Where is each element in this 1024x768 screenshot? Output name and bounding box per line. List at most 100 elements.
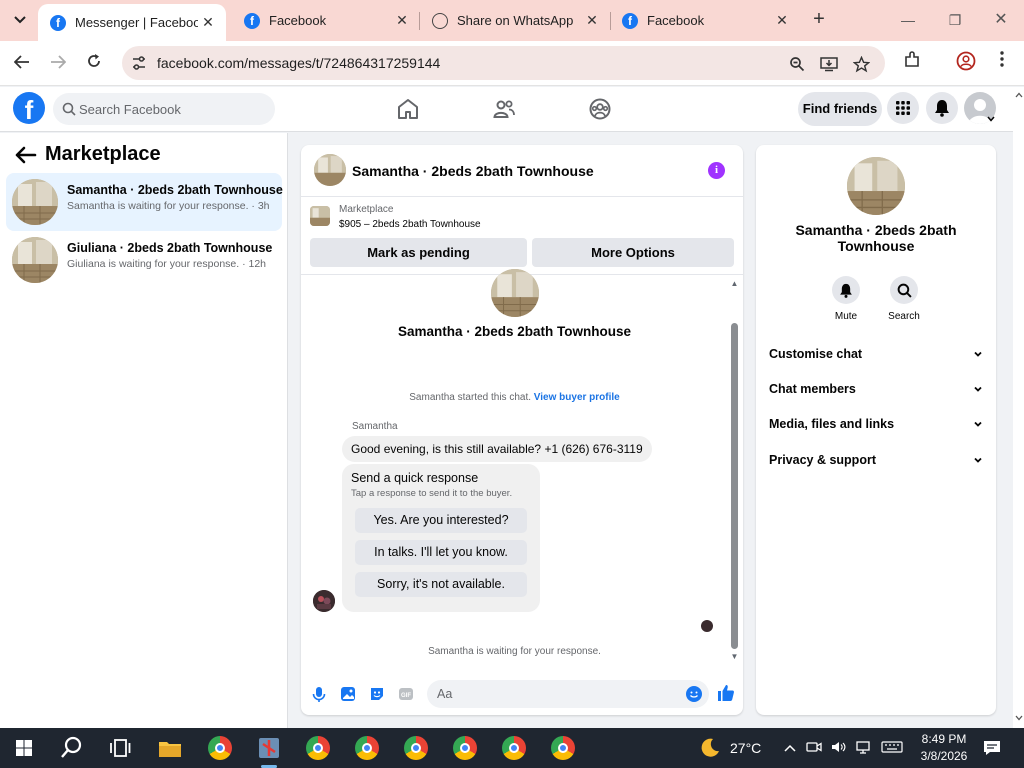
- scroll-up-icon[interactable]: [1015, 92, 1023, 98]
- notifications-button[interactable]: [926, 92, 958, 124]
- system-clock[interactable]: 8:49 PM 3/8/2026: [918, 731, 970, 765]
- groups-icon[interactable]: [588, 97, 612, 121]
- tab-close-icon[interactable]: ✕: [582, 12, 602, 29]
- mark-as-pending-button[interactable]: Mark as pending: [310, 238, 527, 267]
- message-composer: GIF: [301, 675, 743, 715]
- chrome-icon[interactable]: [304, 734, 332, 762]
- conversation-item[interactable]: Giuliana · 2beds 2bath Townhouse Giulian…: [6, 231, 282, 289]
- friends-icon[interactable]: [492, 97, 516, 121]
- clock-date: 3/8/2026: [920, 749, 968, 763]
- keyboard-icon[interactable]: [880, 740, 904, 756]
- tab-search-button[interactable]: [7, 7, 33, 33]
- chrome-icon[interactable]: [353, 734, 381, 762]
- search-icon: [62, 102, 76, 116]
- network-icon[interactable]: [855, 740, 871, 756]
- tab-close-icon[interactable]: ✕: [198, 14, 218, 31]
- chat-scrollbar-thumb[interactable]: [731, 323, 738, 649]
- quick-response-button[interactable]: In talks. I'll let you know.: [355, 540, 527, 565]
- chrome-icon[interactable]: [206, 734, 234, 762]
- address-bar[interactable]: facebook.com/messages/t/724864317259144: [122, 46, 885, 80]
- weather-temperature[interactable]: 27°C: [730, 740, 761, 756]
- customise-chat-section[interactable]: Customise chat: [768, 340, 986, 370]
- forward-button[interactable]: [44, 50, 72, 78]
- show-hidden-icons[interactable]: [782, 740, 798, 756]
- browser-tab-messenger[interactable]: f Messenger | Facebook ✕: [38, 4, 226, 41]
- chat-title[interactable]: Samantha · 2beds 2bath Townhouse: [352, 163, 594, 179]
- microphone-icon[interactable]: [310, 685, 328, 703]
- more-options-button[interactable]: More Options: [532, 238, 734, 267]
- listing-title[interactable]: $905 – 2beds 2bath Townhouse: [339, 219, 481, 230]
- conversation-item[interactable]: Samantha · 2beds 2bath Townhouse Samanth…: [6, 173, 283, 231]
- browser-tab-whatsapp[interactable]: Share on WhatsApp ✕: [420, 0, 610, 41]
- message-input[interactable]: [437, 680, 677, 708]
- zoom-icon[interactable]: [788, 56, 806, 74]
- conversation-list-panel: Marketplace Samantha · 2beds 2bath Townh…: [0, 133, 288, 728]
- reload-button[interactable]: [80, 50, 108, 78]
- details-thumbnail[interactable]: [847, 157, 905, 215]
- facebook-search[interactable]: [53, 93, 275, 125]
- menu-button[interactable]: [887, 92, 919, 124]
- windows-start-icon[interactable]: [10, 734, 38, 762]
- media-files-links-section[interactable]: Media, files and links: [768, 410, 986, 440]
- facebook-logo[interactable]: f: [13, 92, 45, 125]
- chrome-icon[interactable]: [549, 734, 577, 762]
- browser-tab-facebook-2[interactable]: f Facebook ✕: [610, 0, 800, 41]
- account-chevron-icon[interactable]: [987, 116, 995, 122]
- photo-icon[interactable]: [339, 685, 357, 703]
- close-window-button[interactable]: ✕: [989, 8, 1013, 32]
- task-view-icon[interactable]: [106, 734, 134, 762]
- meet-now-icon[interactable]: [806, 740, 822, 756]
- quick-response-button[interactable]: Sorry, it's not available.: [355, 572, 527, 597]
- incoming-message: Good evening, is this still available? +…: [342, 436, 652, 462]
- find-friends-button[interactable]: Find friends: [798, 92, 882, 126]
- search-input[interactable]: [79, 93, 269, 125]
- gif-icon[interactable]: GIF: [397, 685, 415, 703]
- back-arrow-icon[interactable]: [13, 145, 37, 165]
- view-buyer-profile-link[interactable]: View buyer profile: [534, 392, 620, 403]
- listing-thumbnail: [12, 237, 58, 283]
- back-button[interactable]: [8, 50, 36, 78]
- info-icon[interactable]: i: [708, 162, 725, 179]
- home-icon[interactable]: [396, 97, 420, 121]
- search-icon[interactable]: [58, 734, 86, 762]
- extensions-icon[interactable]: [900, 51, 924, 75]
- app-icon[interactable]: [255, 734, 283, 762]
- search-in-chat-button[interactable]: Search: [874, 276, 934, 322]
- sticker-icon[interactable]: [368, 685, 386, 703]
- chat-details-panel: Samantha · 2beds 2bath Townhouse Mute Se…: [756, 145, 996, 715]
- chat-scroll-up-icon[interactable]: ▲: [730, 279, 739, 288]
- tab-close-icon[interactable]: ✕: [392, 12, 412, 29]
- search-icon-circle[interactable]: [890, 276, 918, 304]
- minimize-button[interactable]: —: [896, 8, 920, 32]
- chat-header-thumbnail[interactable]: [314, 154, 346, 186]
- chrome-icon[interactable]: [500, 734, 528, 762]
- emoji-icon[interactable]: [686, 686, 702, 702]
- mute-button[interactable]: Mute: [816, 276, 876, 322]
- browser-tab-facebook[interactable]: f Facebook ✕: [232, 0, 420, 41]
- restore-button[interactable]: ❐: [943, 8, 967, 32]
- volume-icon[interactable]: [830, 740, 846, 756]
- new-tab-button[interactable]: +: [808, 9, 830, 31]
- chrome-icon[interactable]: [451, 734, 479, 762]
- message-input-wrapper[interactable]: [427, 680, 709, 708]
- quick-response-button[interactable]: Yes. Are you interested?: [355, 508, 527, 533]
- thumbs-up-icon[interactable]: [716, 683, 736, 703]
- chrome-icon[interactable]: [402, 734, 430, 762]
- chat-scroll-down-icon[interactable]: ▼: [730, 652, 739, 661]
- sender-avatar[interactable]: [313, 590, 335, 612]
- moon-weather-icon[interactable]: [698, 736, 722, 760]
- browser-menu-icon[interactable]: [990, 51, 1014, 75]
- scroll-down-icon[interactable]: [1015, 715, 1023, 721]
- site-info-icon[interactable]: [130, 54, 148, 72]
- bookmark-star-icon[interactable]: [852, 55, 870, 74]
- quick-response-card: Send a quick response Tap a response to …: [342, 464, 540, 612]
- chat-members-section[interactable]: Chat members: [768, 375, 986, 405]
- notification-center-icon[interactable]: [982, 740, 1002, 756]
- tab-close-icon[interactable]: ✕: [772, 12, 792, 29]
- file-explorer-icon[interactable]: [156, 734, 184, 762]
- profile-icon[interactable]: [954, 51, 978, 75]
- privacy-support-section[interactable]: Privacy & support: [768, 446, 986, 476]
- mute-icon-circle[interactable]: [832, 276, 860, 304]
- page-scrollbar[interactable]: [1013, 87, 1024, 728]
- install-app-icon[interactable]: [820, 56, 838, 74]
